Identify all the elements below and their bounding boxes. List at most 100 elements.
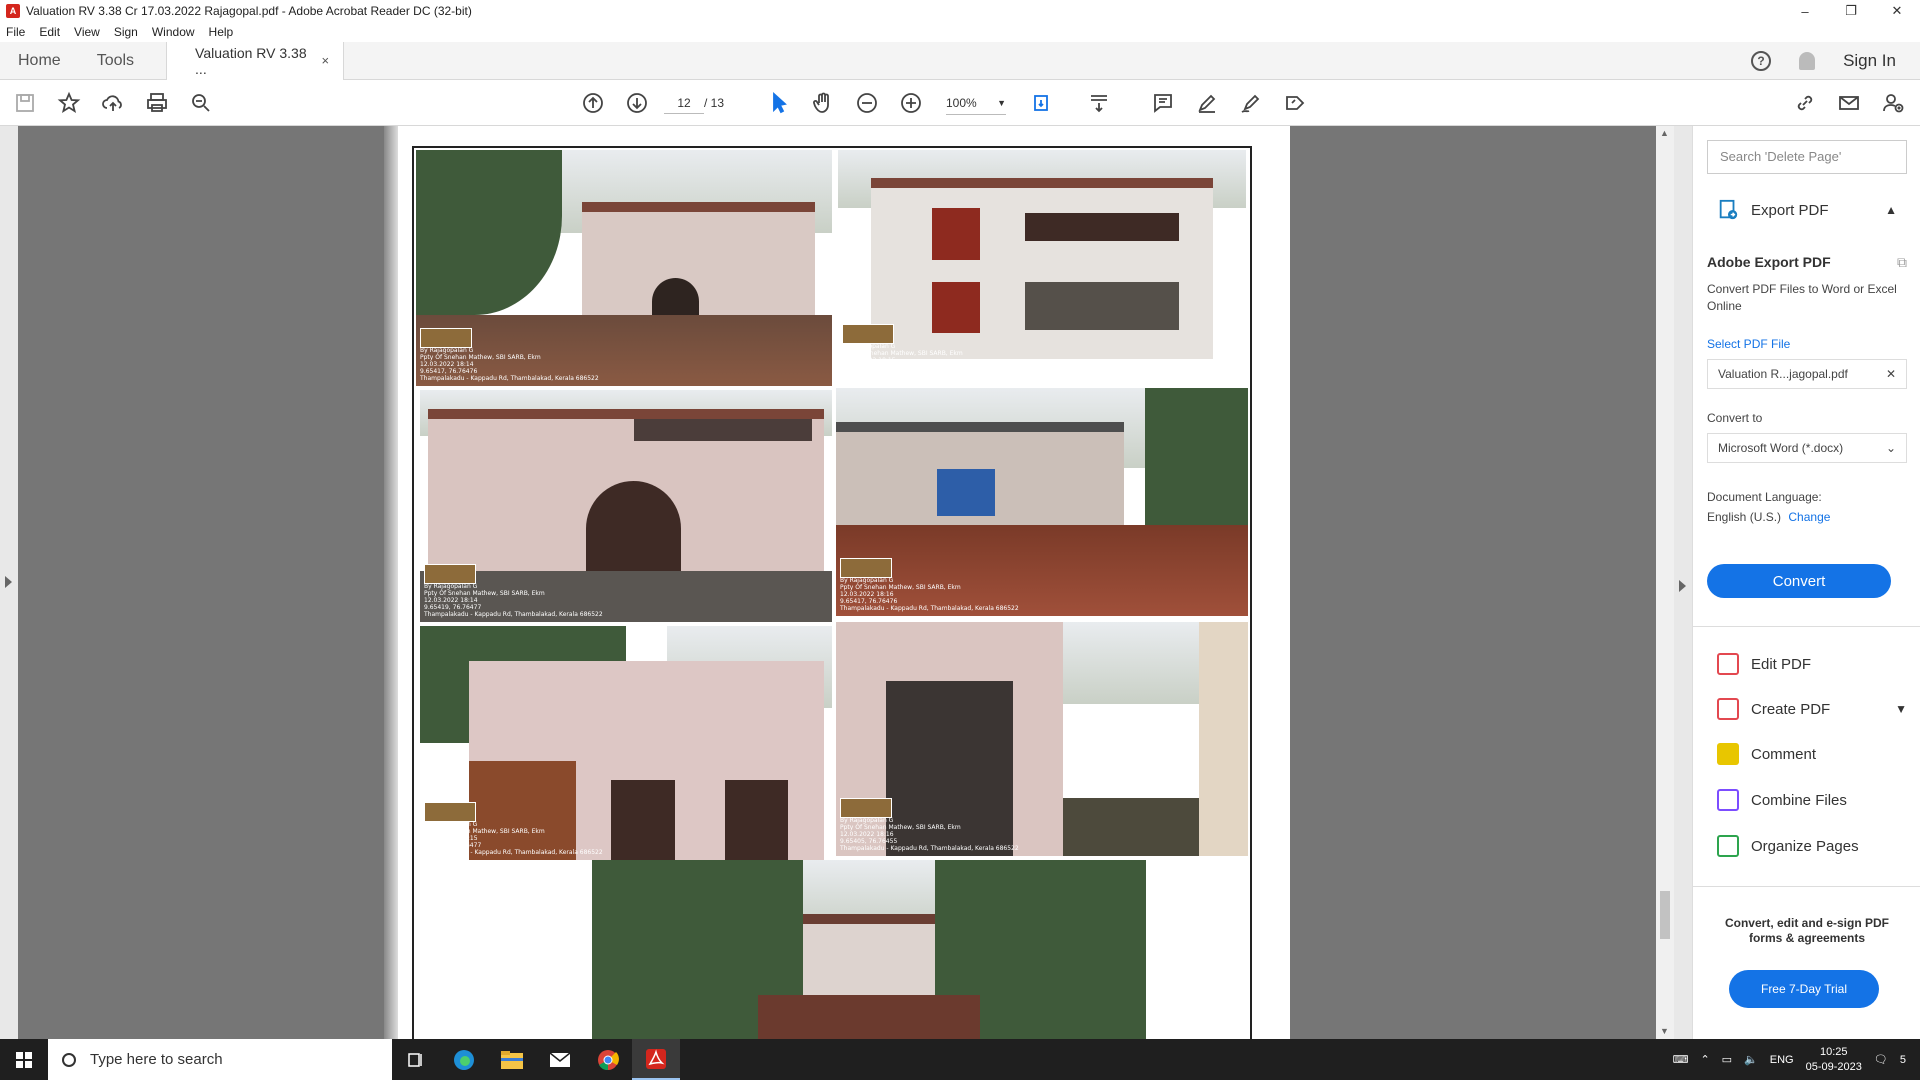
menu-file[interactable]: File xyxy=(6,25,25,39)
pdf-page: By Rajagopalan G Ppty Of Snehan Mathew, … xyxy=(384,126,1290,1040)
keyboard-icon[interactable]: ⌨ xyxy=(1673,1053,1689,1066)
tools-search-input[interactable]: Search 'Delete Page' xyxy=(1707,140,1907,174)
selected-file-field[interactable]: Valuation R...jagopal.pdf ✕ xyxy=(1707,359,1907,389)
acrobat-taskbar-icon[interactable] xyxy=(632,1039,680,1080)
close-tab-icon[interactable]: × xyxy=(321,53,329,68)
input-language[interactable]: ENG xyxy=(1770,1054,1794,1066)
tool-edit-pdf[interactable]: Edit PDF xyxy=(1717,650,1907,678)
chevron-up-icon[interactable]: ⌃ xyxy=(1700,1053,1709,1066)
right-panel-toggle[interactable] xyxy=(1674,126,1692,1039)
combine-files-icon xyxy=(1717,789,1739,811)
photo-geotag: By Rajagopalan G Ppty Of Snehan Mathew, … xyxy=(842,343,1021,378)
property-photo: By Rajagopalan G Ppty Of Snehan Mathew, … xyxy=(836,388,1248,616)
free-trial-button[interactable]: Free 7-Day Trial xyxy=(1729,970,1879,1008)
task-view-icon[interactable] xyxy=(392,1039,440,1080)
zoom-level-select[interactable]: 100% ▼ xyxy=(946,92,1006,115)
copy-icon[interactable]: ⧉ xyxy=(1897,254,1907,271)
share-link-icon[interactable] xyxy=(1790,88,1820,118)
menu-edit[interactable]: Edit xyxy=(39,25,60,39)
sign-in-button[interactable]: Sign In xyxy=(1843,51,1896,71)
highlight-pen-icon[interactable] xyxy=(1192,88,1222,118)
title-bar: A Valuation RV 3.38 Cr 17.03.2022 Rajago… xyxy=(0,0,1920,22)
menu-window[interactable]: Window xyxy=(152,25,195,39)
tool-create-pdf[interactable]: Create PDF ▼ xyxy=(1717,695,1907,723)
change-language-link[interactable]: Change xyxy=(1788,510,1830,524)
left-panel-toggle[interactable] xyxy=(0,126,18,1039)
tab-document[interactable]: Valuation RV 3.38 ... × xyxy=(166,41,345,80)
chrome-icon[interactable] xyxy=(584,1039,632,1080)
divider xyxy=(1693,886,1920,887)
property-photo xyxy=(592,860,1146,1040)
scroll-up-icon[interactable]: ▲ xyxy=(1660,128,1669,138)
document-viewport[interactable]: By Rajagopalan G Ppty Of Snehan Mathew, … xyxy=(0,126,1656,1040)
zoom-level-value: 100% xyxy=(946,96,977,110)
menu-help[interactable]: Help xyxy=(209,25,234,39)
menu-view[interactable]: View xyxy=(74,25,100,39)
next-page-icon[interactable] xyxy=(622,88,652,118)
windows-icon xyxy=(16,1051,32,1068)
star-icon[interactable] xyxy=(54,88,84,118)
notification-icon[interactable]: 🗨 xyxy=(1874,1053,1888,1066)
tool-label: Organize Pages xyxy=(1751,837,1859,855)
more-tools-icon[interactable] xyxy=(1280,88,1310,118)
promo-text: Convert, edit and e-sign PDF forms & agr… xyxy=(1724,916,1889,945)
select-pdf-file-link[interactable]: Select PDF File xyxy=(1707,337,1907,351)
export-pdf-body: Adobe Export PDF ⧉ Convert PDF Files to … xyxy=(1707,254,1907,527)
adobe-export-description: Convert PDF Files to Word or Excel Onlin… xyxy=(1707,282,1897,313)
menu-sign[interactable]: Sign xyxy=(114,25,138,39)
acrobat-icon: A xyxy=(6,4,20,18)
chevron-up-icon[interactable]: ▲ xyxy=(1885,203,1897,217)
notification-count: 5 xyxy=(1899,1053,1906,1066)
cloud-upload-icon[interactable] xyxy=(98,88,128,118)
taskbar-search-box[interactable]: Type here to search xyxy=(48,1039,392,1080)
minimize-button[interactable]: – xyxy=(1782,0,1828,22)
mail-icon[interactable] xyxy=(536,1039,584,1080)
tool-label: Edit PDF xyxy=(1751,655,1812,673)
chevron-down-icon[interactable]: ▼ xyxy=(1895,702,1907,716)
fit-page-icon[interactable] xyxy=(1028,88,1058,118)
window-title: Valuation RV 3.38 Cr 17.03.2022 Rajagopa… xyxy=(26,4,472,18)
print-icon[interactable] xyxy=(142,88,172,118)
email-icon[interactable] xyxy=(1834,88,1864,118)
tool-organize-pages[interactable]: Organize Pages xyxy=(1717,832,1907,860)
tab-bar: Home Tools Valuation RV 3.38 ... × ? Sig… xyxy=(0,41,1920,80)
maximize-button[interactable]: ❐ xyxy=(1828,0,1874,22)
scroll-down-icon[interactable]: ▼ xyxy=(1660,1026,1669,1036)
zoom-in-icon[interactable] xyxy=(896,88,926,118)
clock[interactable]: 10:25 05-09-2023 xyxy=(1806,1045,1862,1075)
export-pdf-header[interactable]: Export PDF ▲ xyxy=(1707,196,1907,224)
select-cursor-icon[interactable] xyxy=(764,88,794,118)
photo-geotag: By Rajagopalan G Ppty Of Snehan Mathew, … xyxy=(840,577,1019,612)
previous-page-icon[interactable] xyxy=(578,88,608,118)
hand-tool-icon[interactable] xyxy=(808,88,838,118)
save-icon[interactable] xyxy=(10,88,40,118)
convert-button[interactable]: Convert xyxy=(1707,564,1891,598)
remove-file-icon[interactable]: ✕ xyxy=(1886,367,1896,381)
scroll-mode-icon[interactable] xyxy=(1084,88,1114,118)
bell-icon[interactable] xyxy=(1799,51,1816,70)
tool-combine-files[interactable]: Combine Files xyxy=(1717,786,1907,814)
scrollbar-thumb[interactable] xyxy=(1660,891,1670,939)
tool-comment[interactable]: Comment xyxy=(1717,740,1907,768)
edge-icon[interactable] xyxy=(440,1039,488,1080)
tab-tools[interactable]: Tools xyxy=(79,42,152,80)
comment-icon[interactable] xyxy=(1148,88,1178,118)
zoom-out-icon[interactable] xyxy=(852,88,882,118)
start-button[interactable] xyxy=(0,1039,48,1080)
add-user-icon[interactable] xyxy=(1878,88,1908,118)
photo-geotag: By Rajagopalan G Ppty Of Snehan Mathew, … xyxy=(420,347,599,382)
create-pdf-icon xyxy=(1717,698,1739,720)
help-icon[interactable]: ? xyxy=(1751,50,1772,71)
convert-to-label: Convert to xyxy=(1707,411,1763,425)
zoom-search-icon[interactable] xyxy=(186,88,216,118)
convert-format-select[interactable]: Microsoft Word (*.docx) ⌄ xyxy=(1707,433,1907,463)
sign-pen-icon[interactable] xyxy=(1236,88,1266,118)
tab-home[interactable]: Home xyxy=(0,42,79,80)
network-icon[interactable]: ▭ xyxy=(1722,1053,1732,1066)
volume-icon[interactable]: 🔈 xyxy=(1744,1053,1758,1066)
close-window-button[interactable]: ✕ xyxy=(1874,0,1920,22)
file-explorer-icon[interactable] xyxy=(488,1039,536,1080)
menu-bar: File Edit View Sign Window Help xyxy=(0,22,1920,42)
vertical-scrollbar[interactable]: ▲ ▼ xyxy=(1656,126,1674,1039)
page-number-input[interactable]: 12 xyxy=(664,92,704,114)
